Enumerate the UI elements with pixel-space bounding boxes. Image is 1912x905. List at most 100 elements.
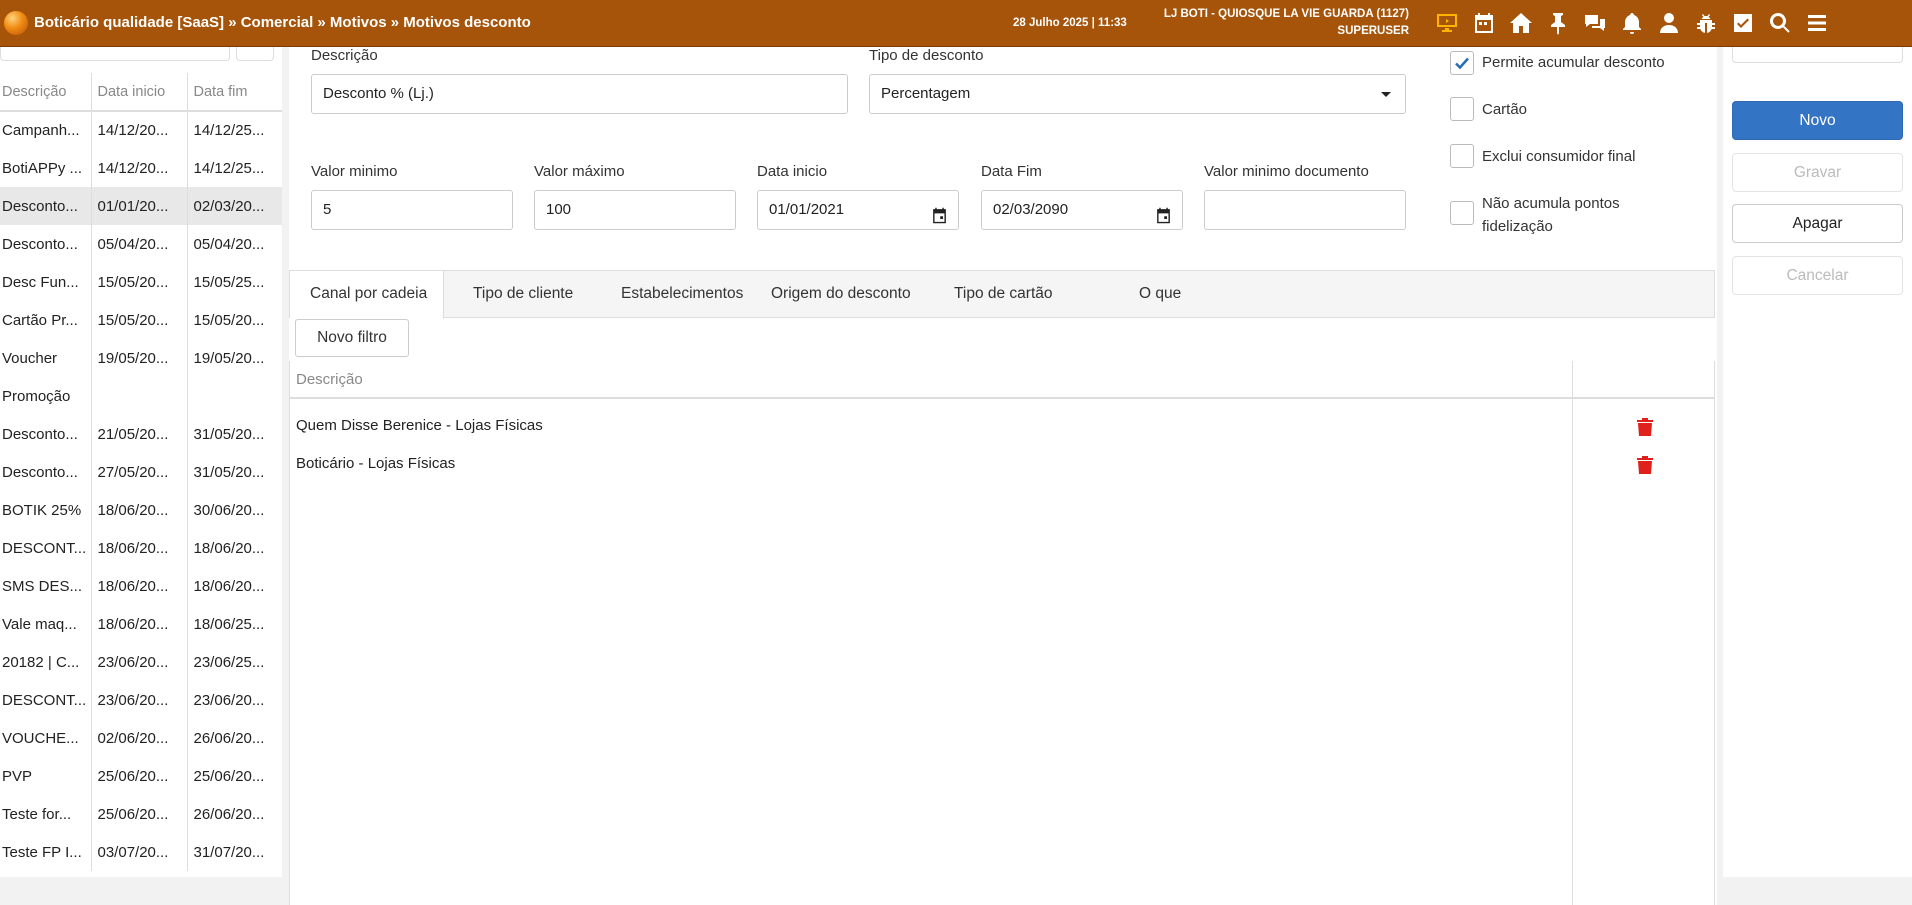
trash-icon[interactable] <box>1637 456 1653 474</box>
table-row[interactable]: Teste for... 25/06/20... 26/06/20... <box>0 795 282 833</box>
table-row[interactable]: Teste FP I... 03/07/20... 31/07/20... <box>0 833 282 871</box>
row-descricao: Teste for... <box>2 805 72 823</box>
table-row[interactable]: DESCONT... 23/06/20... 23/06/20... <box>0 681 282 719</box>
table-row[interactable]: PVP 25/06/20... 25/06/20... <box>0 757 282 795</box>
column-header-data-inicio[interactable]: Data inicio <box>90 73 187 112</box>
row-descricao: BotiAPPy ... <box>2 159 83 177</box>
checkbox-icon[interactable] <box>1724 9 1761 37</box>
row-descricao: Cartão Pr... <box>2 311 78 329</box>
row-data-inicio: 01/01/20... <box>90 187 187 225</box>
toolbar-icons <box>1428 9 1835 37</box>
monitor-icon[interactable] <box>1428 9 1465 37</box>
row-descricao: DESCONT... <box>2 691 87 709</box>
search-icon[interactable] <box>1761 9 1798 37</box>
table-row[interactable]: BotiAPPy ... 14/12/20... 14/12/25... <box>0 149 282 187</box>
table-row[interactable]: Cartão Pr... 15/05/20... 15/05/20... <box>0 301 282 339</box>
row-data-fim: 18/06/20... <box>186 567 282 605</box>
table-row[interactable]: Promoção <box>0 377 282 415</box>
calendar-picker-icon[interactable] <box>1155 201 1172 224</box>
row-data-fim <box>186 377 282 415</box>
calendar-picker-icon[interactable] <box>931 201 948 224</box>
row-data-inicio: 18/06/20... <box>90 567 187 605</box>
table-row[interactable]: 20182 | C... 23/06/20... 23/06/25... <box>0 643 282 681</box>
calendar-icon[interactable] <box>1465 9 1502 37</box>
home-icon[interactable] <box>1502 9 1539 37</box>
table-row[interactable]: Desconto... 01/01/20... 02/03/20... <box>0 187 282 225</box>
row-data-fim: 02/03/20... <box>186 187 282 225</box>
caret-down-icon <box>1381 92 1391 97</box>
table-row[interactable]: Desconto... 05/04/20... 05/04/20... <box>0 225 282 263</box>
row-data-inicio: 15/05/20... <box>90 263 187 301</box>
descricao-label: Descrição <box>311 47 378 64</box>
table-row[interactable]: BOTIK 25% 18/06/20... 30/06/20... <box>0 491 282 529</box>
store-name: LJ BOTI - QUIOSQUE LA VIE GUARDA (1127) <box>1163 8 1409 20</box>
tab-tipo-de-cartao[interactable]: Tipo de cartão <box>954 271 1053 318</box>
user-icon[interactable] <box>1650 9 1687 37</box>
tipo-desconto-select[interactable]: Percentagem <box>869 74 1406 114</box>
data-inicio-value: 01/01/2021 <box>769 201 845 218</box>
table-row[interactable]: Desconto... 27/05/20... 31/05/20... <box>0 453 282 491</box>
data-fim-input[interactable]: 02/03/2090 <box>981 190 1183 230</box>
app-logo[interactable] <box>4 11 28 35</box>
row-data-inicio: 14/12/20... <box>90 149 187 187</box>
descricao-input[interactable]: Desconto % (Lj.) <box>311 74 848 114</box>
row-data-fim: 15/05/20... <box>186 301 282 339</box>
row-data-fim: 14/12/25... <box>186 149 282 187</box>
column-header-descricao[interactable]: Descrição <box>0 73 91 112</box>
valor-minimo-documento-input[interactable] <box>1204 190 1406 230</box>
row-descricao: DESCONT... <box>2 539 87 557</box>
table-row[interactable]: Vale maq... 18/06/20... 18/06/25... <box>0 605 282 643</box>
table-row[interactable]: Campanh... 14/12/20... 14/12/25... <box>0 111 282 149</box>
nao-acumula-pontos-checkbox[interactable] <box>1450 201 1474 225</box>
current-user: SUPERUSER <box>1337 25 1409 37</box>
cartao-checkbox[interactable] <box>1450 97 1474 121</box>
discount-list-panel: Descrição Data inicio Data fim Campanh..… <box>0 47 282 877</box>
row-data-fim: 18/06/25... <box>186 605 282 643</box>
list-search-button[interactable] <box>236 47 274 61</box>
row-data-inicio: 05/04/20... <box>90 225 187 263</box>
table-row[interactable]: SMS DES... 18/06/20... 18/06/20... <box>0 567 282 605</box>
top-bar: Boticário qualidade [SaaS] » Comercial »… <box>0 0 1912 47</box>
data-inicio-input[interactable]: 01/01/2021 <box>757 190 959 230</box>
bug-icon[interactable] <box>1687 9 1724 37</box>
tab-origem-do-desconto[interactable]: Origem do desconto <box>771 271 911 318</box>
actions-top-field[interactable] <box>1732 47 1903 63</box>
row-data-fim: 14/12/25... <box>186 111 282 149</box>
apagar-button[interactable]: Apagar <box>1732 204 1903 243</box>
table-row[interactable]: Voucher 19/05/20... 19/05/20... <box>0 339 282 377</box>
permite-acumular-checkbox[interactable] <box>1450 51 1474 75</box>
pin-icon[interactable] <box>1539 9 1576 37</box>
bell-icon[interactable] <box>1613 9 1650 37</box>
gravar-button[interactable]: Gravar <box>1732 153 1903 192</box>
chat-icon[interactable] <box>1576 9 1613 37</box>
exclui-consumidor-checkbox[interactable] <box>1450 144 1474 168</box>
filter-tabs: Canal por cadeia Tipo de cliente Estabel… <box>289 270 1715 319</box>
row-descricao: VOUCHE... <box>2 729 79 747</box>
valor-minimo-input[interactable]: 5 <box>311 190 513 230</box>
filter-grid-header[interactable]: Descrição <box>290 361 1714 399</box>
tab-canal-por-cadeia[interactable]: Canal por cadeia <box>290 271 444 319</box>
row-descricao: Vale maq... <box>2 615 77 633</box>
data-inicio-label: Data inicio <box>757 163 828 180</box>
row-data-fim: 26/06/20... <box>186 719 282 757</box>
menu-icon[interactable] <box>1798 9 1835 37</box>
tab-estabelecimentos[interactable]: Estabelecimentos <box>621 271 743 318</box>
list-search-input[interactable] <box>0 47 230 61</box>
valor-maximo-input[interactable]: 100 <box>534 190 736 230</box>
table-row[interactable]: VOUCHE... 02/06/20... 26/06/20... <box>0 719 282 757</box>
filter-row-label[interactable]: Quem Disse Berenice - Lojas Físicas <box>296 417 543 434</box>
tab-tipo-de-cliente[interactable]: Tipo de cliente <box>473 271 573 318</box>
exclui-consumidor-label: Exclui consumidor final <box>1482 148 1636 165</box>
table-row[interactable]: Desconto... 21/05/20... 31/05/20... <box>0 415 282 453</box>
table-row[interactable]: DESCONT... 18/06/20... 18/06/20... <box>0 529 282 567</box>
new-filter-button[interactable]: Novo filtro <box>295 319 409 357</box>
cancelar-button[interactable]: Cancelar <box>1732 256 1903 295</box>
column-header-data-fim[interactable]: Data fim <box>186 73 282 112</box>
novo-button[interactable]: Novo <box>1732 101 1903 140</box>
row-descricao: Campanh... <box>2 122 80 139</box>
row-descricao: Desc Fun... <box>2 273 79 291</box>
table-row[interactable]: Desc Fun... 15/05/20... 15/05/25... <box>0 263 282 301</box>
trash-icon[interactable] <box>1637 418 1653 436</box>
tab-o-que[interactable]: O que <box>1139 271 1181 318</box>
filter-row-label[interactable]: Boticário - Lojas Físicas <box>296 455 455 472</box>
